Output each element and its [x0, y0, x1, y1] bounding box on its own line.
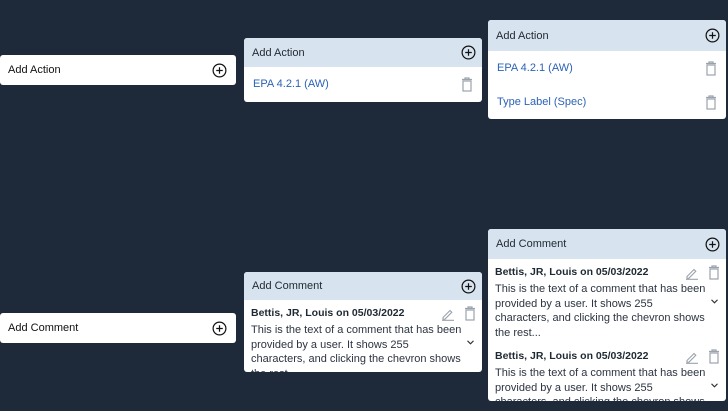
- action-link[interactable]: Type Label (Spec): [497, 96, 586, 108]
- pencil-icon[interactable]: [441, 307, 455, 326]
- trash-icon[interactable]: [708, 265, 720, 285]
- add-comment-header: Add Comment: [244, 272, 482, 300]
- add-comment-header: Add Comment: [488, 229, 726, 259]
- add-circle-icon[interactable]: [212, 63, 227, 78]
- comment-item: Bettis, JR, Louis on 05/03/2022 This is …: [244, 300, 482, 372]
- list-item: EPA 4.2.1 (AW): [488, 51, 726, 85]
- add-circle-icon[interactable]: [461, 45, 476, 60]
- comment-item: Bettis, JR, Louis on 05/03/2022 This is …: [488, 259, 726, 346]
- comment-text: This is the text of a comment that has b…: [251, 324, 462, 372]
- list-item: EPA 4.2.1 (AW): [244, 67, 482, 101]
- add-action-title: Add Action: [496, 29, 549, 42]
- comment-text: This is the text of a comment that has b…: [495, 283, 706, 339]
- add-action-header: Add Action: [244, 38, 482, 67]
- add-comment-title: Add Comment: [252, 280, 323, 292]
- add-action-label: Add Action: [8, 64, 61, 76]
- pencil-icon[interactable]: [685, 350, 699, 369]
- action-link[interactable]: EPA 4.2.1 (AW): [497, 62, 573, 74]
- action-link[interactable]: EPA 4.2.1 (AW): [253, 78, 329, 90]
- list-item: Type Label (Spec): [488, 85, 726, 119]
- add-action-card-one: Add Action EPA 4.2.1 (AW): [244, 38, 482, 102]
- add-action-header: Add Action: [488, 20, 726, 51]
- chevron-down-icon[interactable]: [467, 338, 474, 347]
- add-circle-icon[interactable]: [212, 321, 227, 336]
- comment-item: Bettis, JR, Louis on 05/03/2022 This is …: [488, 346, 726, 401]
- add-comment-card-collapsed: Add Comment: [0, 313, 236, 343]
- add-comment-card-two: Add Comment Bettis, JR, Louis on 05/03/2…: [488, 229, 726, 401]
- add-circle-icon[interactable]: [705, 237, 720, 252]
- trash-icon[interactable]: [460, 76, 474, 92]
- chevron-down-icon[interactable]: [711, 297, 718, 306]
- add-action-title: Add Action: [252, 46, 305, 59]
- add-comment-label: Add Comment: [8, 322, 79, 334]
- pencil-icon[interactable]: [685, 266, 699, 285]
- add-comment-card-one: Add Comment Bettis, JR, Louis on 05/03/2…: [244, 272, 482, 372]
- trash-icon[interactable]: [704, 60, 718, 76]
- add-circle-icon[interactable]: [461, 279, 476, 294]
- trash-icon[interactable]: [704, 94, 718, 110]
- chevron-down-icon[interactable]: [711, 381, 718, 390]
- add-circle-icon[interactable]: [705, 28, 720, 43]
- comment-text: This is the text of a comment that has b…: [495, 367, 706, 401]
- add-comment-title: Add Comment: [496, 238, 567, 250]
- trash-icon[interactable]: [464, 306, 476, 326]
- trash-icon[interactable]: [708, 349, 720, 369]
- add-action-card-collapsed: Add Action: [0, 55, 236, 85]
- add-action-card-two: Add Action EPA 4.2.1 (AW) Type Label (Sp…: [488, 20, 726, 119]
